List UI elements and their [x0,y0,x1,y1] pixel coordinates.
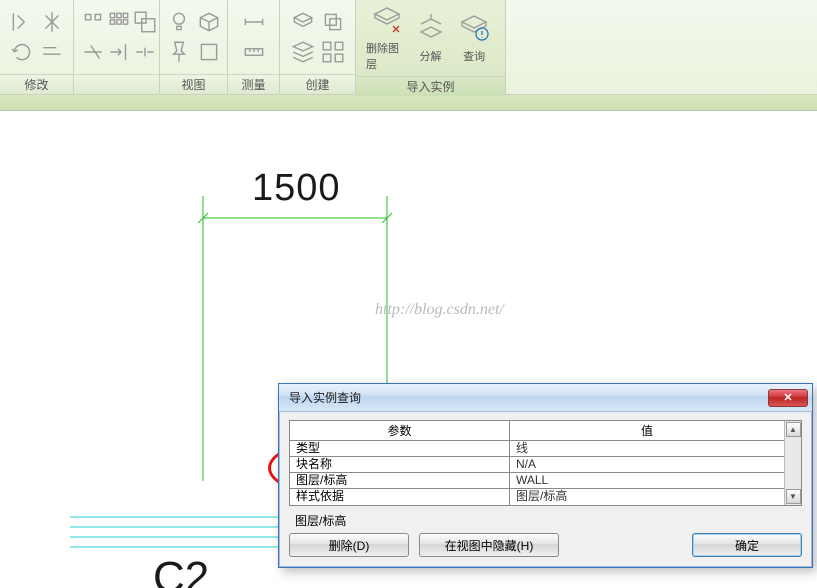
label-c2: C2 [153,556,209,588]
grid-value-cell[interactable]: WALL [510,473,784,489]
dialog-titlebar[interactable]: 导入实例查询 ✕ [279,384,812,412]
extend-icon[interactable] [106,39,132,65]
scroll-up-icon[interactable]: ▲ [786,422,801,437]
ruler-icon[interactable] [241,39,267,65]
grid-scrollbar[interactable]: ▲ ▼ [784,421,801,505]
panel-view-label: 视图 [160,74,227,94]
array-icon[interactable] [106,9,132,35]
panel-modify-2-label [74,74,159,94]
scroll-down-icon[interactable]: ▼ [786,489,801,504]
section-label: 图层/标高 [295,512,802,529]
dialog-title-text: 导入实例查询 [289,389,361,406]
modify-tool-grid-2 [80,9,154,65]
panel-measure: 测量 [228,0,280,94]
query-dialog: 导入实例查询 ✕ 参数 类型 块名称 图层/标高 样式依据 值 线 N/A [278,383,813,568]
drawing-canvas[interactable]: 1500 http://blog.csdn.net/ C2 导入实例查询 ✕ 参… [0,111,817,588]
ok-button-label: 确定 [735,537,759,554]
mirror2-icon[interactable] [39,9,65,35]
rotate-icon[interactable] [9,39,35,65]
modify-tool-grid [9,9,65,65]
panel-create-label: 创建 [280,74,355,94]
view-more-icon[interactable] [196,39,222,65]
delete-button[interactable]: 删除(D) [289,533,409,557]
create-tool-grid [290,9,346,65]
hide-in-view-button[interactable]: 在视图中隐藏(H) [419,533,559,557]
ok-button[interactable]: 确定 [692,533,802,557]
grid-param-cell[interactable]: 类型 [290,441,509,457]
view-tool-grid [166,9,222,65]
delete-layer-button[interactable]: 删除图层 [366,4,408,72]
grid-param-cell[interactable]: 块名称 [290,457,509,473]
measure-tool-grid [241,9,267,65]
panel-measure-label: 测量 [228,74,279,94]
panel-modify-2 [74,0,160,94]
watermark: http://blog.csdn.net/ [375,301,504,319]
group-icon[interactable] [320,39,346,65]
panel-import-label: 导入实例 [356,76,505,96]
grid-value-cell[interactable]: 线 [510,441,784,457]
grid-value-cell[interactable]: N/A [510,457,784,473]
pin-icon[interactable] [166,39,192,65]
split-icon[interactable] [132,39,158,65]
dimension-text: 1500 [252,169,341,207]
stack-icon[interactable] [290,39,316,65]
box-icon[interactable] [196,9,222,35]
trim-icon[interactable] [80,39,106,65]
explode-label: 分解 [420,48,442,64]
grid-param-cell[interactable]: 样式依据 [290,489,509,505]
delete-layer-label: 删除图层 [366,40,408,72]
param-grid: 参数 类型 块名称 图层/标高 样式依据 值 线 N/A WALL 图层/标高 … [289,420,802,506]
dialog-actions: 删除(D) 在视图中隐藏(H) 确定 [289,533,802,557]
explode-button[interactable]: 分解 [410,12,452,64]
offset-icon[interactable] [39,39,65,65]
close-icon: ✕ [783,391,792,404]
panel-modify-label: 修改 [0,74,73,94]
grid-header-param: 参数 [290,421,509,441]
query-label: 查询 [463,48,485,64]
scale-icon[interactable] [132,9,158,35]
delete-button-label: 删除(D) [329,537,370,554]
bulb-icon[interactable] [166,9,192,35]
grid-header-value: 值 [510,421,784,441]
copy-icon[interactable] [320,9,346,35]
dimension-icon[interactable] [241,9,267,35]
panel-view: 视图 [160,0,228,94]
panel-create: 创建 [280,0,356,94]
grid-value-cell[interactable]: 图层/标高 [510,489,784,505]
ribbon: 修改 视图 [0,0,817,95]
align-icon[interactable] [80,9,106,35]
close-button[interactable]: ✕ [768,389,808,407]
hide-button-label: 在视图中隐藏(H) [445,537,534,554]
ribbon-strip [0,95,817,111]
mirror-icon[interactable] [9,9,35,35]
panel-modify: 修改 [0,0,74,94]
component-icon[interactable] [290,9,316,35]
panel-import: 删除图层 分解 查询 导入实例 [356,0,506,94]
query-button[interactable]: 查询 [453,12,495,64]
grid-param-cell[interactable]: 图层/标高 [290,473,509,489]
